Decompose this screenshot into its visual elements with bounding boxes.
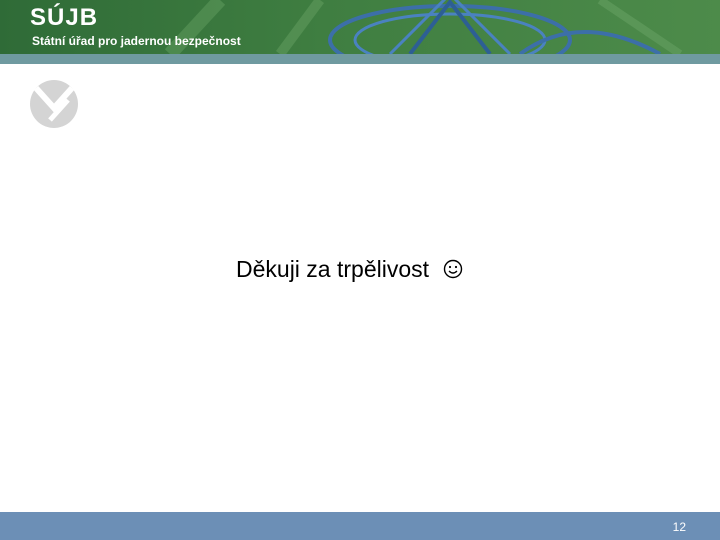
organization-name: Státní úřad pro jadernou bezpečnost xyxy=(32,34,241,48)
header-banner: SÚJB Státní úřad pro jadernou bezpečnost xyxy=(0,0,720,54)
logo-mark-icon xyxy=(30,80,78,128)
atom-graphic-icon xyxy=(164,0,683,54)
thanks-text: Děkuji za trpělivost xyxy=(236,256,430,282)
header-stripe xyxy=(0,54,720,64)
page-number: 12 xyxy=(672,520,686,534)
logo-text: SÚJB xyxy=(30,4,99,31)
thanks-message: Děkuji za trpělivost xyxy=(236,256,463,283)
smiley-icon xyxy=(444,259,463,279)
footer-bar: 12 xyxy=(0,512,720,540)
